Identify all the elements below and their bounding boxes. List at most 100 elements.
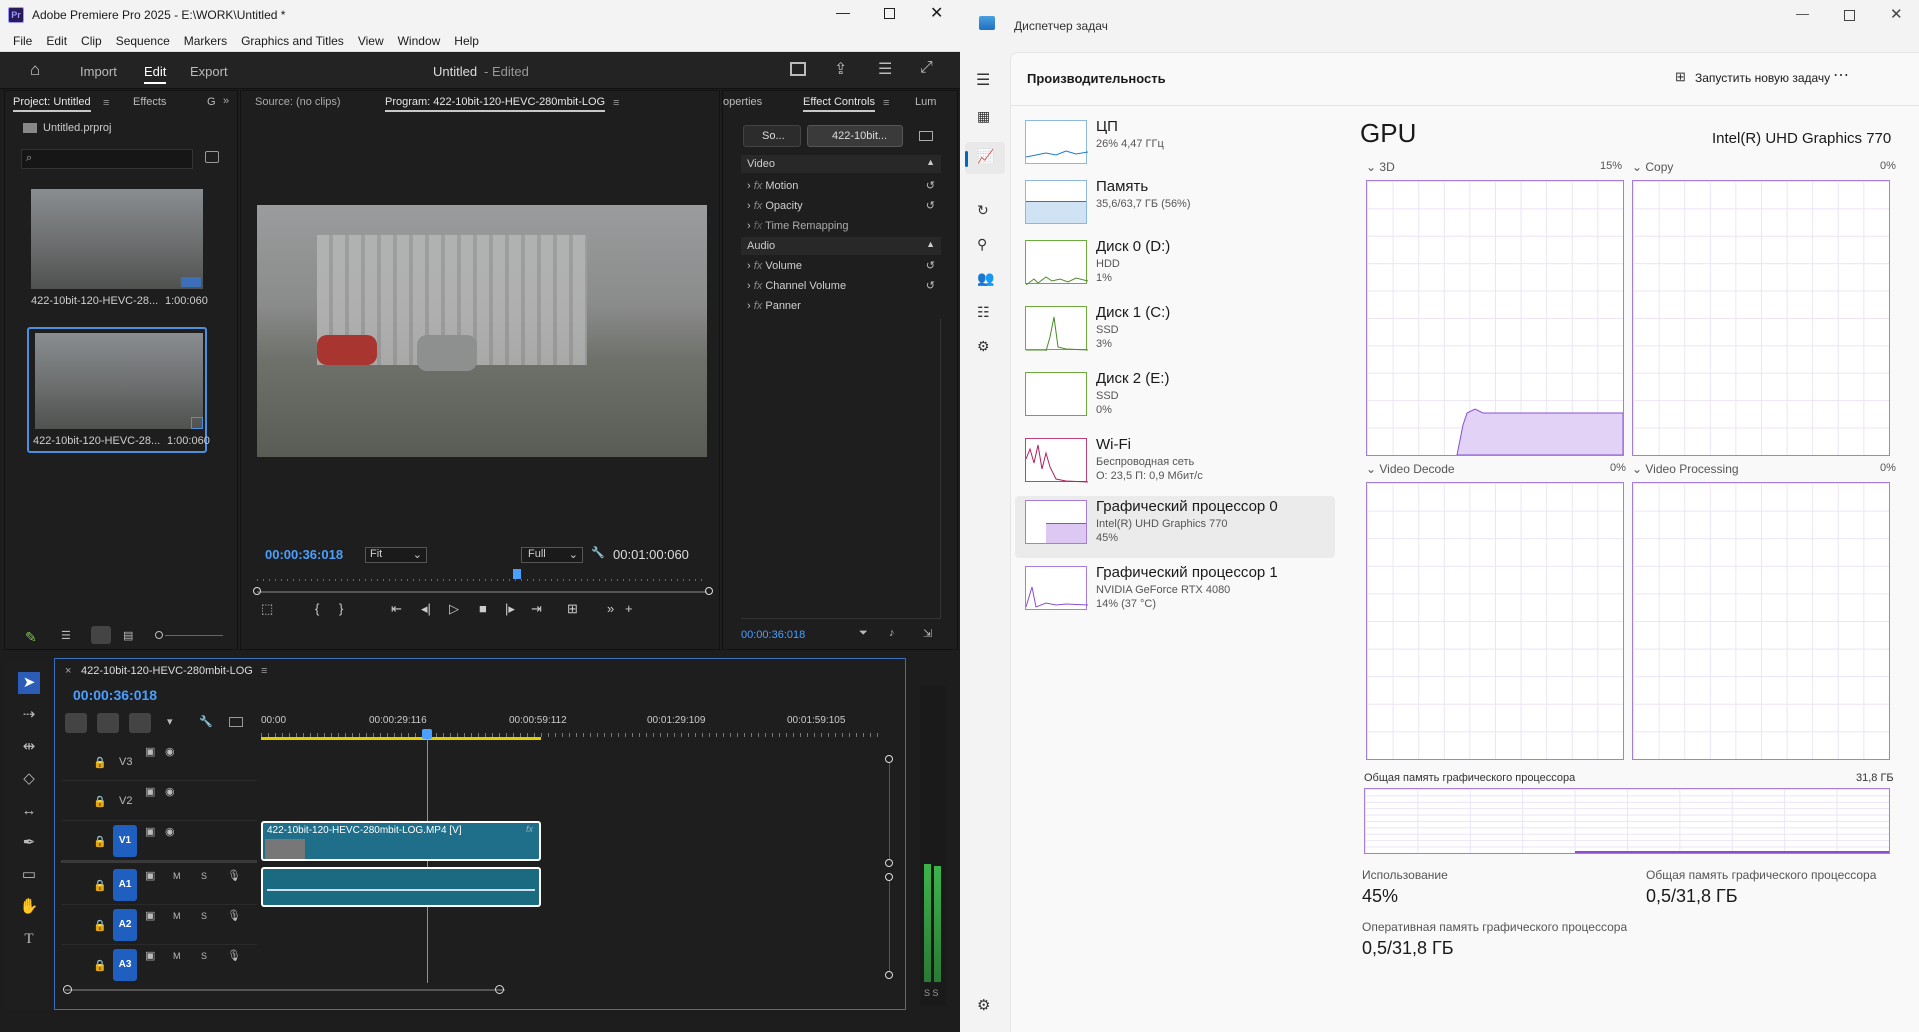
clip-thumbnail[interactable] bbox=[31, 189, 203, 289]
filter-icon[interactable]: ⏷ bbox=[859, 627, 868, 640]
go-to-out-icon[interactable]: ⇥ bbox=[531, 601, 542, 617]
razor-icon[interactable]: ◇ bbox=[18, 768, 40, 790]
captions-icon[interactable] bbox=[229, 717, 243, 727]
maximize-icon[interactable] bbox=[1844, 10, 1855, 21]
sync-icon[interactable]: ▣ bbox=[145, 869, 155, 882]
v-scroll-track[interactable] bbox=[889, 881, 890, 971]
device-wifi[interactable]: Wi-Fi Беспроводная сеть О: 23,5 П: 0,9 Мби… bbox=[1015, 434, 1335, 496]
menu-file[interactable]: File bbox=[6, 30, 39, 51]
mark-in-icon[interactable]: { bbox=[315, 601, 319, 616]
source-clip-button[interactable]: So... bbox=[743, 125, 801, 147]
sync-icon[interactable]: ▣ bbox=[145, 825, 155, 838]
menu-view[interactable]: View bbox=[351, 30, 391, 51]
pen-icon[interactable]: ✒ bbox=[18, 832, 40, 854]
timeline-settings-icon[interactable]: 🔧 bbox=[199, 715, 213, 728]
settings-icon[interactable]: ⚙ bbox=[977, 996, 990, 1014]
services-icon[interactable]: ⚙ bbox=[977, 338, 990, 355]
mute-button[interactable]: M bbox=[173, 871, 181, 881]
v-scroll-handle[interactable] bbox=[885, 859, 893, 867]
lock-icon[interactable]: 🔒 bbox=[93, 795, 107, 808]
linked-selection-icon[interactable] bbox=[129, 713, 151, 733]
zoom-handle-right[interactable] bbox=[705, 587, 713, 595]
tab-source[interactable]: Source: (no clips) bbox=[255, 91, 341, 113]
solo-button[interactable]: S bbox=[201, 871, 207, 881]
timeline-timecode[interactable]: 00:00:36:018 bbox=[73, 687, 157, 703]
track-label[interactable]: V1 bbox=[113, 825, 137, 857]
reset-icon[interactable]: ↺ bbox=[926, 199, 935, 212]
menu-window[interactable]: Window bbox=[391, 30, 448, 51]
details-icon[interactable]: ☷ bbox=[977, 304, 990, 321]
track-v2[interactable]: 🔒 V2 ▣ ◉ bbox=[61, 781, 257, 821]
track-a3[interactable]: 🔒 A3 ▣ M S 🎙 bbox=[61, 945, 257, 983]
users-icon[interactable]: 👥 bbox=[977, 270, 994, 287]
monitor-ruler[interactable] bbox=[257, 579, 707, 581]
lock-icon[interactable]: 🔒 bbox=[93, 756, 107, 769]
processes-icon[interactable]: ▦ bbox=[977, 108, 990, 125]
sequence-clip-button[interactable]: 422-10bit... bbox=[807, 125, 903, 147]
edit-tab[interactable]: Edit bbox=[144, 64, 167, 84]
reset-icon[interactable]: ↺ bbox=[926, 179, 935, 192]
play-audio-icon[interactable]: ♪ bbox=[889, 627, 895, 639]
more-controls-icon[interactable]: » bbox=[607, 601, 614, 616]
fx-volume[interactable]: › fx Volume ↺ bbox=[741, 257, 941, 277]
menu-graphics[interactable]: Graphics and Titles bbox=[234, 30, 351, 51]
ripple-edit-icon[interactable]: ⇹ bbox=[18, 736, 40, 758]
track-v3[interactable]: 🔒 V3 ▣ ◉ bbox=[61, 743, 257, 781]
export-tab[interactable]: Export bbox=[190, 64, 228, 79]
device-disk2[interactable]: Диск 2 (E:) SSD 0% bbox=[1015, 368, 1335, 430]
more-tabs-icon[interactable]: » bbox=[223, 95, 229, 107]
icon-view-icon[interactable] bbox=[91, 626, 111, 644]
video-clip[interactable]: 422-10bit-120-HEVC-280mbit-LOG.MP4 [V] f… bbox=[261, 821, 541, 861]
tab-menu-icon[interactable]: ≡ bbox=[261, 665, 267, 677]
lock-icon[interactable]: 🔒 bbox=[93, 959, 107, 972]
close-icon[interactable]: ✕ bbox=[1890, 5, 1903, 23]
slip-icon[interactable]: ↔ bbox=[18, 800, 40, 822]
rectangle-icon[interactable]: ▭ bbox=[18, 864, 40, 886]
mute-button[interactable]: M bbox=[173, 911, 181, 921]
freeform-view-icon[interactable]: ▤ bbox=[123, 629, 133, 642]
fit-select[interactable]: Fit ⌄ bbox=[365, 547, 427, 563]
playhead-handle[interactable] bbox=[422, 729, 432, 739]
expand-icon[interactable]: › bbox=[747, 220, 751, 232]
solo-labels[interactable]: S S bbox=[924, 988, 939, 998]
performance-nav-item[interactable]: 📈 bbox=[965, 142, 1005, 174]
lock-icon[interactable]: 🔒 bbox=[93, 835, 107, 848]
menu-edit[interactable]: Edit bbox=[39, 30, 74, 51]
v-scroll-handle[interactable] bbox=[885, 873, 893, 881]
track-label[interactable]: A1 bbox=[113, 869, 137, 901]
engine-copy-label[interactable]: ⌄ Copy bbox=[1632, 160, 1673, 174]
sequence-tab[interactable]: 422-10bit-120-HEVC-280mbit-LOG bbox=[81, 665, 253, 677]
panel-layout-icon[interactable] bbox=[790, 62, 806, 76]
step-back-icon[interactable]: ◂| bbox=[421, 601, 431, 617]
tab-project[interactable]: Project: Untitled bbox=[13, 91, 91, 113]
eye-icon[interactable]: ◉ bbox=[165, 825, 175, 838]
audio-clip[interactable] bbox=[261, 867, 541, 907]
tab-menu-icon[interactable]: ≡ bbox=[613, 97, 619, 109]
add-control-icon[interactable]: + bbox=[625, 601, 633, 616]
selection-tool-icon[interactable]: ➤ bbox=[18, 672, 40, 694]
fullscreen-icon[interactable]: ⤢ bbox=[920, 59, 933, 77]
tab-truncated[interactable]: G bbox=[207, 91, 216, 113]
sync-icon[interactable]: ▣ bbox=[145, 949, 155, 962]
playhead-marker[interactable] bbox=[513, 569, 521, 579]
track-v1[interactable]: 🔒 V1 ▣ ◉ bbox=[61, 821, 257, 863]
more-icon[interactable]: ⋯ bbox=[1833, 65, 1849, 85]
menu-sequence[interactable]: Sequence bbox=[109, 30, 177, 51]
eye-icon[interactable]: ◉ bbox=[165, 745, 175, 758]
zoom-slider[interactable] bbox=[165, 635, 223, 636]
track-select-icon[interactable]: ⇢ bbox=[18, 704, 40, 726]
play-around-icon[interactable]: ▷ bbox=[449, 601, 459, 617]
list-view-icon[interactable]: ☰ bbox=[61, 629, 71, 642]
zoom-handle-left[interactable] bbox=[253, 587, 261, 595]
hamburger-icon[interactable]: ☰ bbox=[976, 70, 990, 90]
device-disk0[interactable]: Диск 0 (D:) HDD 1% bbox=[1015, 236, 1335, 298]
fx-motion[interactable]: › fx Motion ↺ bbox=[741, 177, 941, 197]
eye-icon[interactable]: ◉ bbox=[165, 785, 175, 798]
snap-icon[interactable] bbox=[97, 713, 119, 733]
mic-icon[interactable]: 🎙 bbox=[227, 869, 241, 882]
v-scroll-track[interactable] bbox=[889, 763, 890, 859]
device-gpu1[interactable]: Графический процессор 1 NVIDIA GeForce RT… bbox=[1015, 562, 1335, 624]
app-history-icon[interactable]: ↻ bbox=[977, 202, 989, 219]
step-forward-icon[interactable]: |▸ bbox=[505, 601, 515, 617]
device-cpu[interactable]: ЦП 26% 4,47 ГГц bbox=[1015, 116, 1335, 178]
